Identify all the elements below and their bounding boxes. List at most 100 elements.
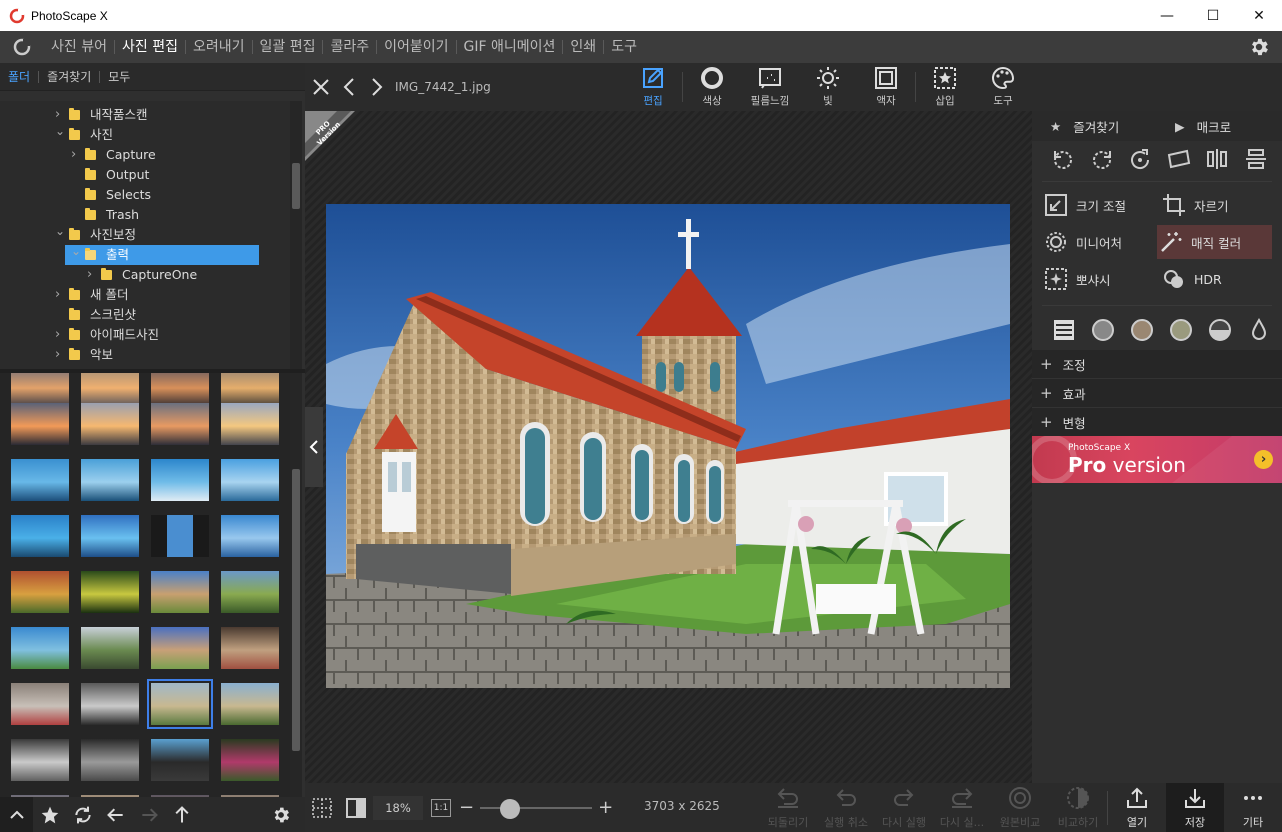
scroll-thumb[interactable] <box>292 163 300 209</box>
photo-thumbnail[interactable] <box>219 401 281 447</box>
olive-tone-button[interactable] <box>1161 318 1200 342</box>
tab-folder[interactable]: 폴더 <box>0 68 38 85</box>
refresh-button[interactable] <box>66 797 99 832</box>
minimize-button[interactable]: — <box>1144 0 1190 31</box>
photo-thumbnail[interactable] <box>9 681 71 727</box>
next-image-button[interactable] <box>363 78 391 96</box>
photo-thumbnail[interactable] <box>149 401 211 447</box>
photo-thumbnail[interactable] <box>79 569 141 615</box>
tree-item[interactable]: Selects <box>0 185 290 205</box>
tree-item[interactable]: Output <box>0 165 290 185</box>
more-button[interactable]: 기타 <box>1224 783 1282 832</box>
photo-thumbnail[interactable] <box>219 457 281 503</box>
close-window-button[interactable]: ✕ <box>1236 0 1282 31</box>
levels-button[interactable] <box>1044 319 1083 341</box>
close-image-button[interactable] <box>307 78 335 96</box>
menu-item-3[interactable]: 일괄 편집 <box>253 31 323 63</box>
resize-button[interactable]: 크기 조절 <box>1042 188 1154 222</box>
straighten-button[interactable] <box>1160 147 1199 171</box>
photo-thumbnail[interactable] <box>9 625 71 671</box>
folder-tree-scrollbar[interactable] <box>290 101 302 369</box>
up-folder-button[interactable] <box>165 797 198 832</box>
flip-vertical-button[interactable] <box>1237 147 1276 171</box>
menu-item-6[interactable]: GIF 애니메이션 <box>457 31 563 63</box>
chevron-down-icon[interactable]: ⌄ <box>55 221 65 241</box>
zoom-slider[interactable] <box>480 798 593 819</box>
tool-tab-5[interactable]: 삽입 <box>916 63 974 111</box>
section-0[interactable]: + 조정 <box>1032 350 1282 379</box>
tool-tab-6[interactable]: 도구 <box>974 63 1032 111</box>
tree-item[interactable]: › 새 폴더 <box>0 285 290 305</box>
photo-thumbnail[interactable] <box>79 737 141 783</box>
tree-item[interactable]: › 악보 <box>0 345 290 365</box>
tool-tab-0[interactable]: 편집 <box>624 63 682 111</box>
photo-thumbnail[interactable] <box>219 737 281 783</box>
photo-thumbnail[interactable] <box>219 513 281 559</box>
photo-thumbnail[interactable] <box>9 513 71 559</box>
bloom-button[interactable]: 뽀샤시 <box>1042 262 1154 296</box>
browser-settings-button[interactable] <box>264 797 297 832</box>
tree-item[interactable]: ⌄ 사진 <box>0 124 290 145</box>
tool-tab-2[interactable]: 필름느낌 <box>741 63 799 111</box>
tree-item[interactable]: ⌄ 사진보정 <box>0 224 290 245</box>
tree-item[interactable]: › Capture <box>0 145 290 165</box>
undo-button[interactable]: 실행 취소 <box>817 783 875 832</box>
section-1[interactable]: + 효과 <box>1032 379 1282 408</box>
tree-item[interactable]: › 내작품스캔 <box>0 105 290 125</box>
back-button[interactable] <box>99 797 132 832</box>
tool-tab-1[interactable]: 색상 <box>683 63 741 111</box>
rotate-right-button[interactable] <box>1083 147 1122 171</box>
menu-item-2[interactable]: 오려내기 <box>186 31 252 63</box>
photo-thumbnail[interactable] <box>79 625 141 671</box>
original-compare-button[interactable]: 원본비교 <box>991 783 1049 832</box>
previous-image-button[interactable] <box>335 78 363 96</box>
redo-all-button[interactable]: 다시 실... <box>933 783 991 832</box>
photo-thumbnail[interactable] <box>9 569 71 615</box>
photo-thumbnail[interactable] <box>149 569 211 615</box>
zoom-in-button[interactable]: + <box>598 797 613 818</box>
photo-thumbnail[interactable] <box>147 679 213 729</box>
auto-level-button[interactable] <box>1083 318 1122 342</box>
forward-button[interactable] <box>132 797 165 832</box>
revert-button[interactable]: 되돌리기 <box>759 783 817 832</box>
menu-item-4[interactable]: 콜라주 <box>323 31 376 63</box>
magic-color-button[interactable]: 매직 컬러 <box>1157 225 1272 259</box>
collapse-button[interactable] <box>0 797 33 832</box>
image-canvas[interactable]: PRO Version <box>305 111 1032 784</box>
save-button[interactable]: 저장 <box>1166 783 1224 832</box>
favorite-button[interactable] <box>33 797 66 832</box>
photo-thumbnail[interactable] <box>79 457 141 503</box>
menu-item-8[interactable]: 도구 <box>604 31 644 63</box>
photo-thumbnail[interactable] <box>79 401 141 447</box>
pro-version-ribbon[interactable]: PRO Version <box>305 111 355 161</box>
selection-toggle-button[interactable] <box>311 797 333 819</box>
photo-thumbnail[interactable] <box>79 681 141 727</box>
zoom-out-button[interactable]: − <box>459 797 474 818</box>
compare-button[interactable]: 비교하기 <box>1049 783 1107 832</box>
tab-macro[interactable]: ▶ 매크로 <box>1157 117 1282 136</box>
crop-button[interactable]: 자르기 <box>1160 188 1272 222</box>
photo-thumbnail[interactable] <box>219 681 281 727</box>
menu-item-1[interactable]: 사진 편집 <box>115 31 185 63</box>
chevron-down-icon[interactable]: ⌄ <box>55 121 65 141</box>
tree-item[interactable]: › 아이패드사진 <box>0 325 290 345</box>
maximize-button[interactable]: ☐ <box>1190 0 1236 31</box>
toggle-browser-button[interactable] <box>305 407 323 487</box>
tool-tab-4[interactable]: 액자 <box>857 63 915 111</box>
photo-thumbnail[interactable] <box>219 625 281 671</box>
rotate-left-button[interactable] <box>1044 147 1083 171</box>
chevron-right-icon[interactable]: › <box>71 145 81 165</box>
chevron-right-icon[interactable]: › <box>55 345 65 365</box>
photo-thumbnail[interactable] <box>9 401 71 447</box>
backlight-button[interactable] <box>1200 318 1239 342</box>
banner-go-button[interactable]: › <box>1254 450 1273 469</box>
sharpen-button[interactable] <box>1239 318 1278 342</box>
open-button[interactable]: 열기 <box>1108 783 1166 832</box>
edited-photo[interactable] <box>326 204 1010 688</box>
menu-item-5[interactable]: 이어붙이기 <box>377 31 455 63</box>
thumbnail-scrollbar[interactable] <box>290 373 302 797</box>
tab-all[interactable]: 모두 <box>100 68 138 85</box>
rotate-free-button[interactable] <box>1121 147 1160 171</box>
photo-thumbnail[interactable] <box>79 513 141 559</box>
redo-button[interactable]: 다시 실행 <box>875 783 933 832</box>
